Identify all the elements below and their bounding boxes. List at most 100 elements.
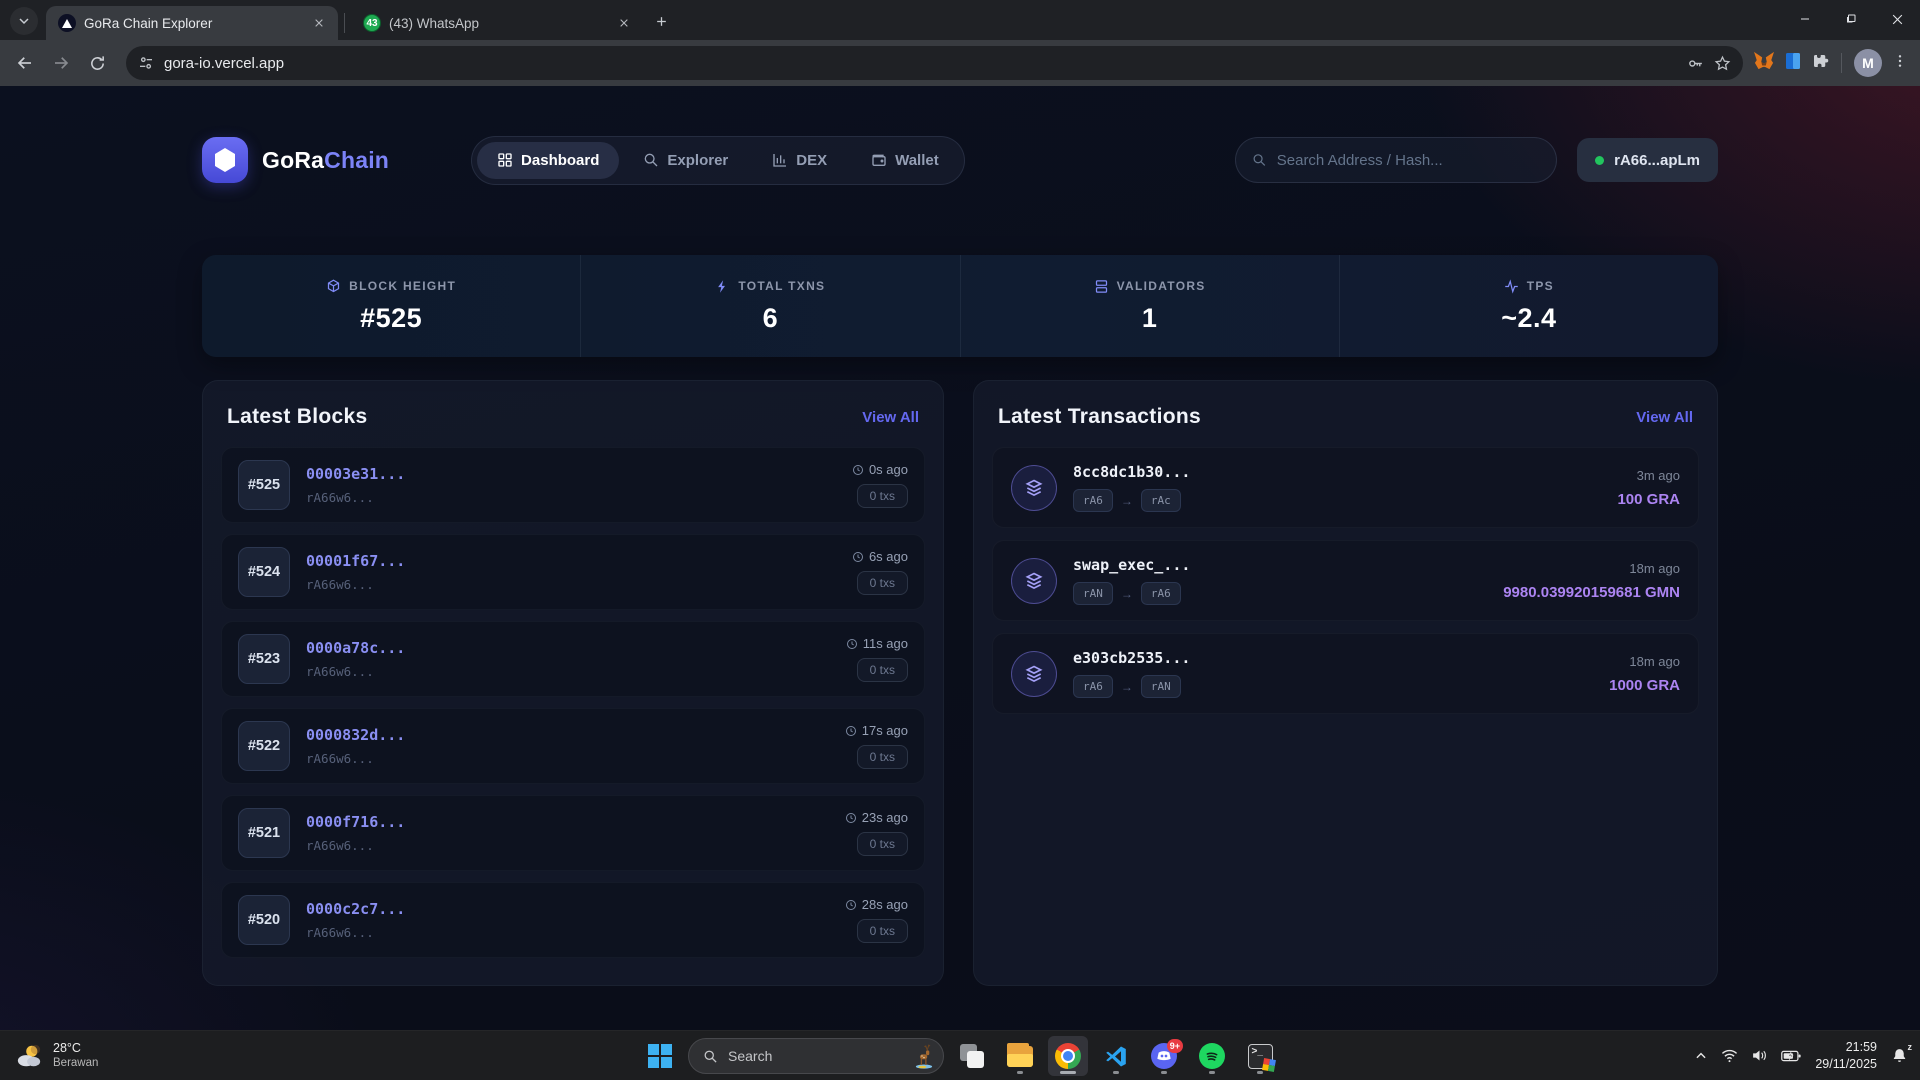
- to-badge: rAN: [1141, 675, 1181, 698]
- password-key-icon[interactable]: [1687, 55, 1704, 72]
- stat-total-txns: TOTAL TXNS 6: [580, 255, 959, 357]
- clock-icon: [852, 551, 864, 563]
- notification-bell-button[interactable]: z: [1891, 1047, 1908, 1064]
- spotify-icon: [1199, 1043, 1225, 1069]
- whatsapp-favicon-icon: 43: [363, 14, 381, 32]
- site-search[interactable]: [1235, 137, 1557, 183]
- block-hash[interactable]: 00001f67...: [306, 552, 836, 570]
- block-hash[interactable]: 00003e31...: [306, 465, 836, 483]
- maximize-button[interactable]: [1828, 0, 1874, 38]
- block-hash[interactable]: 0000832d...: [306, 726, 829, 744]
- back-button[interactable]: [8, 46, 42, 80]
- volume-icon[interactable]: [1751, 1048, 1768, 1063]
- battery-charging-icon[interactable]: [1781, 1049, 1801, 1063]
- to-badge: rAc: [1141, 489, 1181, 512]
- brand-name: GoRaChain: [262, 147, 389, 174]
- layers-icon: [1011, 465, 1057, 511]
- spotify-button[interactable]: [1192, 1036, 1232, 1076]
- url-text[interactable]: gora-io.vercel.app: [164, 55, 1677, 72]
- extensions-puzzle-icon[interactable]: [1811, 52, 1829, 75]
- taskbar-search[interactable]: Search: [688, 1038, 944, 1074]
- vscode-button[interactable]: [1096, 1036, 1136, 1076]
- block-row[interactable]: #520 0000c2c7... rA66w6... 28s ago 0 txs: [221, 882, 925, 958]
- block-row[interactable]: #522 0000832d... rA66w6... 17s ago 0 txs: [221, 708, 925, 784]
- tray-chevron-up-icon[interactable]: [1694, 1049, 1708, 1063]
- bookmark-star-icon[interactable]: [1714, 55, 1731, 72]
- brand[interactable]: GoRaChain: [202, 137, 389, 183]
- discord-button[interactable]: 9+: [1144, 1036, 1184, 1076]
- terminal-button[interactable]: >_: [1240, 1036, 1280, 1076]
- block-row[interactable]: #525 00003e31... rA66w6... 0s ago 0 txs: [221, 447, 925, 523]
- transaction-row[interactable]: 8cc8dc1b30... rA6 → rAc 3m ago 100 GRA: [992, 447, 1699, 528]
- nav-item-dashboard[interactable]: Dashboard: [477, 142, 619, 179]
- forward-button[interactable]: [44, 46, 78, 80]
- site-settings-icon[interactable]: [138, 55, 154, 71]
- main-nav: Dashboard Explorer DEX Wallet: [471, 136, 965, 185]
- txn-amount: 1000 GRA: [1609, 677, 1680, 694]
- txn-age: 3m ago: [1637, 468, 1680, 483]
- transaction-row[interactable]: swap_exec_... rAN → rA6 18m ago 9980.039…: [992, 540, 1699, 621]
- wallet-icon: [871, 152, 887, 168]
- deer-of-the-day-icon: [911, 1043, 937, 1069]
- block-hash[interactable]: 0000f716...: [306, 813, 829, 831]
- tab-gora-chain-explorer[interactable]: GoRa Chain Explorer: [46, 6, 338, 40]
- start-button[interactable]: [640, 1036, 680, 1076]
- reload-button[interactable]: [80, 46, 114, 80]
- bolt-icon: [715, 279, 730, 294]
- tab-search-button[interactable]: [10, 7, 38, 35]
- txns-view-all-link[interactable]: View All: [1636, 409, 1693, 426]
- arrow-icon: →: [1121, 680, 1133, 694]
- txs-count-badge: 0 txs: [857, 658, 908, 682]
- tab-close-icon[interactable]: [310, 14, 328, 32]
- block-hash[interactable]: 0000a78c...: [306, 639, 830, 657]
- chrome-button[interactable]: [1048, 1036, 1088, 1076]
- nav-item-dex[interactable]: DEX: [752, 142, 847, 179]
- transaction-row[interactable]: e303cb2535... rA6 → rAN 18m ago 1000 GRA: [992, 633, 1699, 714]
- activity-icon: [1504, 279, 1519, 294]
- block-hash[interactable]: 0000c2c7...: [306, 900, 829, 918]
- tab-whatsapp[interactable]: 43 (43) WhatsApp: [351, 6, 643, 40]
- nav-item-explorer[interactable]: Explorer: [623, 142, 748, 179]
- tab-close-icon[interactable]: [615, 14, 633, 32]
- close-button[interactable]: [1874, 0, 1920, 38]
- address-bar[interactable]: gora-io.vercel.app: [126, 46, 1743, 80]
- browser-tabstrip: GoRa Chain Explorer 43 (43) WhatsApp: [0, 0, 1920, 40]
- txn-hash[interactable]: e303cb2535...: [1073, 649, 1593, 667]
- minimize-button[interactable]: [1782, 0, 1828, 38]
- windows-logo-icon: [648, 1044, 672, 1068]
- account-chip[interactable]: rA66...apLm: [1577, 138, 1718, 182]
- nav-item-wallet[interactable]: Wallet: [851, 142, 959, 179]
- layers-icon: [1011, 651, 1057, 697]
- block-proposer: rA66w6...: [306, 664, 830, 679]
- weather-widget[interactable]: 28°C Berawan: [0, 1041, 260, 1071]
- task-view-icon: [960, 1044, 984, 1068]
- metamask-extension-icon[interactable]: [1753, 51, 1775, 76]
- txn-hash[interactable]: swap_exec_...: [1073, 556, 1487, 574]
- taskbar-clock[interactable]: 21:59 29/11/2025: [1815, 1039, 1877, 1072]
- block-row[interactable]: #521 0000f716... rA66w6... 23s ago 0 txs: [221, 795, 925, 871]
- block-row[interactable]: #524 00001f67... rA66w6... 6s ago 0 txs: [221, 534, 925, 610]
- stat-block-height: BLOCK HEIGHT #525: [202, 255, 580, 357]
- server-icon: [1094, 279, 1109, 294]
- bell-dnd-icon: [1891, 1047, 1908, 1064]
- txn-age: 18m ago: [1629, 654, 1680, 669]
- discord-icon: 9+: [1151, 1043, 1177, 1069]
- tab-title: GoRa Chain Explorer: [84, 16, 302, 31]
- new-tab-button[interactable]: [647, 7, 675, 35]
- from-badge: rAN: [1073, 582, 1113, 605]
- txn-hash[interactable]: 8cc8dc1b30...: [1073, 463, 1601, 481]
- block-height-badge: #523: [238, 634, 290, 684]
- latest-blocks-panel: Latest Blocks View All #525 00003e31... …: [202, 380, 944, 986]
- site-search-input[interactable]: [1277, 152, 1540, 169]
- docs-extension-icon[interactable]: [1785, 52, 1801, 75]
- profile-avatar[interactable]: M: [1854, 49, 1882, 77]
- wifi-icon[interactable]: [1721, 1048, 1738, 1063]
- browser-toolbar: gora-io.vercel.app M: [0, 40, 1920, 86]
- blocks-view-all-link[interactable]: View All: [862, 409, 919, 426]
- block-row[interactable]: #523 0000a78c... rA66w6... 11s ago 0 txs: [221, 621, 925, 697]
- forward-arrow-icon: [52, 54, 70, 72]
- task-view-button[interactable]: [952, 1036, 992, 1076]
- menu-kebab-icon[interactable]: [1892, 53, 1908, 74]
- file-explorer-button[interactable]: [1000, 1036, 1040, 1076]
- arrow-icon: →: [1121, 587, 1133, 601]
